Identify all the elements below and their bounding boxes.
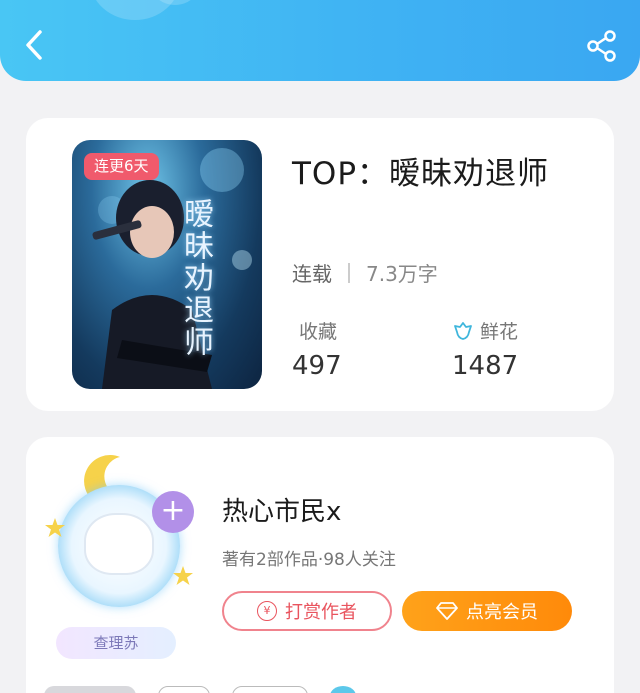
update-streak-badge: 连更6天 bbox=[84, 153, 159, 180]
avatar-image bbox=[84, 513, 154, 575]
flower-stat[interactable]: 鲜花 bbox=[452, 317, 518, 344]
cover-title-calligraphy: 暧昧劝退师 bbox=[178, 198, 213, 358]
collect-label: 收藏 bbox=[299, 321, 338, 343]
chevron-left-icon bbox=[26, 30, 42, 60]
meta-divider bbox=[348, 262, 350, 283]
flower-icon bbox=[454, 321, 472, 340]
book-info-card: 连更6天 暧昧劝退师 TOP：暧昧劝退师 连载 7.3万字 收藏 497 鲜花 … bbox=[26, 118, 614, 411]
share-button[interactable] bbox=[586, 30, 618, 62]
share-icon bbox=[587, 30, 616, 62]
serial-status: 连载 bbox=[292, 262, 332, 286]
star-icon bbox=[173, 566, 193, 585]
tag-chip[interactable] bbox=[232, 686, 308, 693]
back-button[interactable] bbox=[18, 28, 52, 62]
avatar-nickname-badge: 查理苏 bbox=[56, 627, 176, 659]
author-avatar[interactable]: + bbox=[36, 447, 206, 617]
tag-chip[interactable] bbox=[44, 686, 136, 693]
yen-coin-icon: ¥ bbox=[257, 601, 277, 621]
activate-vip-label: 点亮会员 bbox=[466, 602, 538, 623]
word-count: 7.3万字 bbox=[366, 262, 438, 286]
book-title: TOP：暧昧劝退师 bbox=[292, 156, 550, 192]
tag-chip[interactable] bbox=[330, 686, 356, 693]
tag-chip[interactable] bbox=[158, 686, 210, 693]
flower-label: 鲜花 bbox=[480, 321, 519, 343]
author-stats: 著有2部作品·98人关注 bbox=[222, 550, 396, 570]
tip-author-label: 打赏作者 bbox=[285, 602, 357, 623]
flower-count: 1487 bbox=[452, 351, 519, 381]
follow-author-button[interactable]: + bbox=[152, 491, 194, 533]
top-header bbox=[0, 0, 640, 81]
activate-vip-button[interactable]: 点亮会员 bbox=[402, 591, 572, 631]
tag-row-partial bbox=[44, 686, 356, 693]
star-icon bbox=[45, 518, 65, 537]
book-cover[interactable]: 连更6天 暧昧劝退师 bbox=[72, 140, 262, 389]
book-meta: 连载 7.3万字 bbox=[292, 258, 438, 287]
author-card: + 查理苏 热心市民x 著有2部作品·98人关注 ¥ 打赏作者 点亮会员 bbox=[26, 437, 614, 693]
author-name[interactable]: 热心市民x bbox=[222, 491, 341, 528]
tip-author-button[interactable]: ¥ 打赏作者 bbox=[222, 591, 392, 631]
plus-icon: + bbox=[160, 493, 186, 528]
collect-count: 497 bbox=[292, 351, 342, 381]
diamond-icon bbox=[436, 602, 458, 620]
